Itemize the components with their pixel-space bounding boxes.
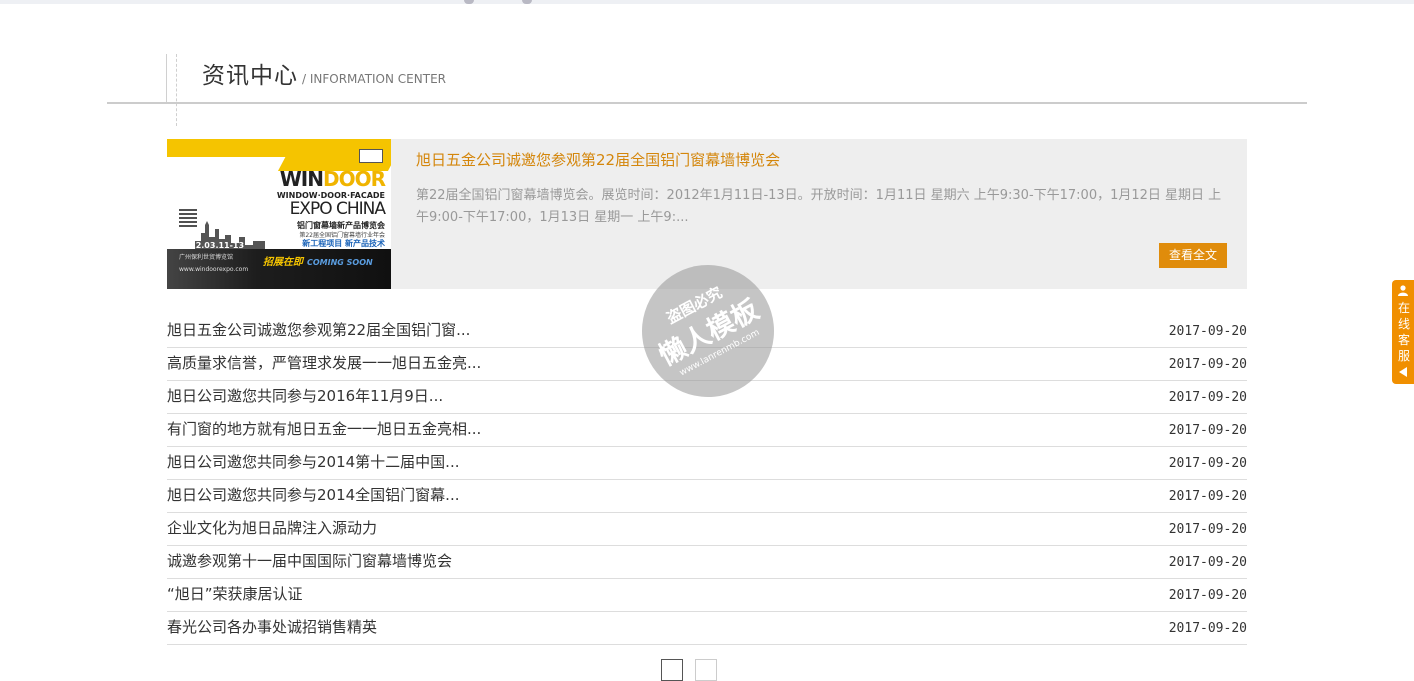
list-item: 春光公司各办事处诚招销售精英 2017-09-20 [167, 612, 1247, 645]
list-item: 诚邀参观第十一届中国国际门窗幕墙博览会 2017-09-20 [167, 546, 1247, 579]
arrow-left-icon [1399, 367, 1407, 377]
news-link[interactable]: 旭日公司邀您共同参与2016年11月9日... [167, 385, 443, 406]
online-service-label: 在线客服 [1397, 301, 1410, 363]
news-link[interactable]: 旭日公司邀您共同参与2014第十二届中国... [167, 451, 459, 472]
header-divider [166, 54, 167, 103]
list-item: 企业文化为旭日品牌注入源动力 2017-09-20 [167, 513, 1247, 546]
poster-place: 广州保利世贸博览馆 [179, 254, 234, 261]
news-link[interactable]: 旭日五金公司诚邀您参观第22届全国铝门窗... [167, 319, 470, 340]
news-date: 2017-09-20 [1168, 456, 1247, 471]
poster-expo: EXPO CHINA [289, 199, 386, 219]
news-date: 2017-09-20 [1168, 588, 1247, 603]
news-link[interactable]: 诚邀参观第十一届中国国际门窗幕墙博览会 [167, 550, 452, 571]
news-link[interactable]: 有门窗的地方就有旭日五金一一旭日五金亮相... [167, 418, 481, 439]
list-item: 旭日公司邀您共同参与2014全国铝门窗幕... 2017-09-20 [167, 480, 1247, 513]
news-date: 2017-09-20 [1168, 522, 1247, 537]
user-icon [1398, 285, 1408, 296]
news-date: 2017-09-20 [1168, 555, 1247, 570]
poster-date: 2012.03.11-13 [179, 241, 245, 250]
news-link[interactable]: 企业文化为旭日品牌注入源动力 [167, 517, 377, 538]
poster-logo-icon [359, 149, 383, 163]
section-header: 资讯中心 / INFORMATION CENTER [166, 54, 1306, 126]
page-button-current[interactable] [661, 659, 683, 681]
poster-band-text: 招展在即 COMING SOON [263, 257, 373, 268]
header-rule [107, 102, 1307, 104]
page-title-text: 资讯中心 [202, 63, 298, 89]
featured-title-link[interactable]: 旭日五金公司诚邀您参观第22届全国铝门窗幕墙博览会 [416, 149, 780, 170]
news-date: 2017-09-20 [1168, 324, 1247, 339]
news-link[interactable]: 高质量求信誉，严管理求发展一一旭日五金亮... [167, 352, 481, 373]
page-button[interactable] [695, 659, 717, 681]
poster-brand: WINDOOR [279, 167, 386, 191]
list-item: 旭日公司邀您共同参与2014第十二届中国... 2017-09-20 [167, 447, 1247, 480]
list-item: 有门窗的地方就有旭日五金一一旭日五金亮相... 2017-09-20 [167, 414, 1247, 447]
header-dashed-divider [176, 54, 177, 126]
poster-url: www.windoorexpo.com [179, 266, 249, 273]
page-subtitle: / INFORMATION CENTER [302, 72, 446, 86]
top-strip [0, 0, 1414, 4]
news-date: 2017-09-20 [1168, 423, 1247, 438]
list-item: “旭日”荣获康居认证 2017-09-20 [167, 579, 1247, 612]
online-service-button[interactable]: 在线客服 [1392, 280, 1414, 384]
news-link[interactable]: 旭日公司邀您共同参与2014全国铝门窗幕... [167, 484, 459, 505]
read-more-button[interactable]: 查看全文 [1159, 243, 1227, 268]
news-date: 2017-09-20 [1168, 621, 1247, 636]
featured-poster-image[interactable]: WINDOOR WINDOW·DOOR·FACADE EXPO CHINA 铝门… [167, 139, 391, 289]
poster-projects: 新工程项目 新产品技术 [302, 239, 385, 248]
news-date: 2017-09-20 [1168, 489, 1247, 504]
news-date: 2017-09-20 [1168, 390, 1247, 405]
page-title: 资讯中心 / INFORMATION CENTER [202, 56, 446, 90]
news-link[interactable]: 春光公司各办事处诚招销售精英 [167, 616, 377, 637]
news-date: 2017-09-20 [1168, 357, 1247, 372]
featured-description: 第22届全国铝门窗幕墙博览会。展览时间：2012年1月11日-13日。开放时间：… [416, 188, 1222, 225]
news-link[interactable]: “旭日”荣获康居认证 [167, 583, 303, 604]
